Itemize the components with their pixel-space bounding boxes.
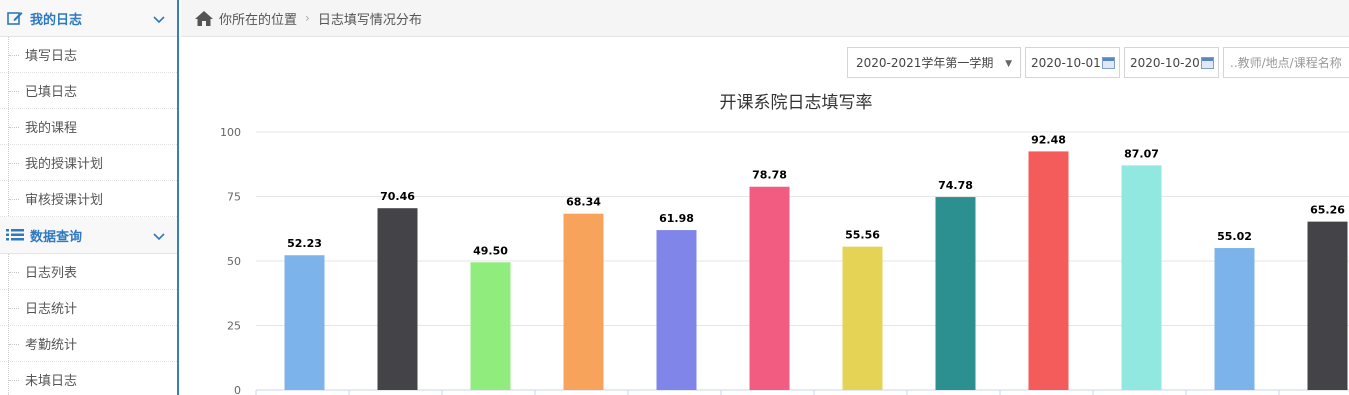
- sidebar-section-data-query[interactable]: 数据查询: [0, 217, 177, 254]
- bar: [377, 208, 418, 390]
- data-label: 65.26: [1310, 204, 1345, 217]
- data-label: 78.78: [752, 169, 787, 182]
- y-tick-label: 25: [227, 320, 241, 333]
- data-label: 74.78: [938, 179, 973, 192]
- calendar-icon[interactable]: [1201, 57, 1214, 69]
- list-icon: [6, 226, 24, 244]
- bar: [284, 255, 325, 390]
- sidebar-item-attendance-stats[interactable]: 考勤统计: [0, 326, 177, 362]
- breadcrumb-prefix: 你所在的位置: [219, 12, 298, 28]
- start-date-field[interactable]: 2020-10-01: [1025, 47, 1120, 78]
- sidebar-item-label: 未填日志: [25, 374, 78, 389]
- chevron-down-icon[interactable]: [153, 230, 165, 245]
- main-content: 你所在的位置 › 日志填写情况分布 2020-2021学年第一学期 ▼ 2020…: [181, 0, 1349, 395]
- filter-bar: 2020-2021学年第一学期 ▼ 2020-10-01 2020-10-20 …: [847, 47, 1349, 78]
- sidebar-item-filled-logs[interactable]: 已填日志: [0, 73, 177, 109]
- sidebar-item-label: 已填日志: [25, 85, 78, 100]
- chevron-right-icon: ›: [305, 11, 310, 25]
- data-label: 70.46: [380, 190, 415, 203]
- breadcrumb: 你所在的位置 › 日志填写情况分布: [181, 0, 1349, 37]
- data-label: 68.34: [566, 196, 601, 209]
- sidebar-item-log-stats[interactable]: 日志统计: [0, 290, 177, 326]
- y-tick-label: 0: [234, 384, 241, 395]
- sidebar-item-my-courses[interactable]: 我的课程: [0, 109, 177, 145]
- search-input[interactable]: ..教师/地点/课程名称: [1223, 47, 1349, 78]
- sidebar-item-review-teaching-plan[interactable]: 审核授课计划: [0, 181, 177, 217]
- bar: [470, 262, 511, 390]
- data-label: 92.48: [1031, 133, 1066, 146]
- end-date-field[interactable]: 2020-10-20: [1124, 47, 1219, 78]
- sidebar-section-my-log[interactable]: 我的日志: [0, 0, 177, 37]
- bar-chart: 0 25 50 75 100 52.23 70.46 49.50 68.34 61.98 78.78…: [220, 126, 1349, 395]
- sidebar-item-fill-log[interactable]: 填写日志: [0, 37, 177, 73]
- sidebar-item-log-list[interactable]: 日志列表: [0, 254, 177, 290]
- data-label: 55.02: [1217, 230, 1252, 243]
- bar: [749, 186, 790, 390]
- sidebar-section-title: 数据查询: [30, 229, 83, 245]
- home-icon[interactable]: [195, 10, 213, 26]
- bar: [656, 230, 697, 390]
- chevron-down-icon[interactable]: [153, 13, 165, 28]
- sidebar-section-title: 我的日志: [30, 12, 83, 28]
- search-placeholder: ..教师/地点/课程名称: [1230, 56, 1342, 70]
- breadcrumb-current[interactable]: 日志填写情况分布: [318, 9, 422, 28]
- sidebar-item-label: 考勤统计: [25, 338, 78, 353]
- sidebar-item-label: 审核授课计划: [25, 193, 104, 208]
- bar: [563, 213, 604, 390]
- sidebar-item-label: 我的课程: [25, 121, 78, 136]
- semester-select-value: 2020-2021学年第一学期: [856, 56, 994, 70]
- sidebar-item-my-teaching-plan[interactable]: 我的授课计划: [0, 145, 177, 181]
- y-tick-label: 75: [227, 191, 241, 204]
- calendar-icon[interactable]: [1102, 57, 1115, 69]
- end-date-value: 2020-10-20: [1130, 55, 1200, 70]
- y-tick-label: 100: [220, 126, 241, 139]
- data-label: 87.07: [1124, 147, 1159, 160]
- data-label: 49.50: [473, 244, 508, 257]
- bar: [842, 246, 883, 390]
- edit-icon: [6, 9, 24, 27]
- semester-select[interactable]: 2020-2021学年第一学期 ▼: [847, 47, 1021, 78]
- chart-title: 开课系院日志填写率: [719, 93, 873, 113]
- bar: [1121, 165, 1162, 390]
- data-label: 55.56: [845, 229, 880, 242]
- bar: [1307, 221, 1348, 390]
- sidebar: 我的日志 填写日志 已填日志 我的课程 我的授课计划 审核授课计划 数据查询 日…: [0, 0, 179, 395]
- sidebar-item-unfilled-logs[interactable]: 未填日志: [0, 362, 177, 395]
- bar: [935, 197, 976, 390]
- sidebar-item-label: 日志列表: [25, 266, 78, 281]
- sidebar-item-label: 填写日志: [25, 49, 78, 64]
- y-tick-label: 50: [227, 255, 241, 268]
- sidebar-item-label: 日志统计: [25, 302, 78, 317]
- data-label: 61.98: [659, 212, 694, 225]
- data-label: 52.23: [287, 237, 322, 250]
- caret-down-icon: ▼: [1005, 59, 1012, 69]
- sidebar-item-label: 我的授课计划: [25, 157, 104, 172]
- bar: [1214, 248, 1255, 390]
- start-date-value: 2020-10-01: [1031, 55, 1101, 70]
- bar: [1028, 151, 1069, 390]
- app-root: 我的日志 填写日志 已填日志 我的课程 我的授课计划 审核授课计划 数据查询 日…: [0, 0, 1349, 395]
